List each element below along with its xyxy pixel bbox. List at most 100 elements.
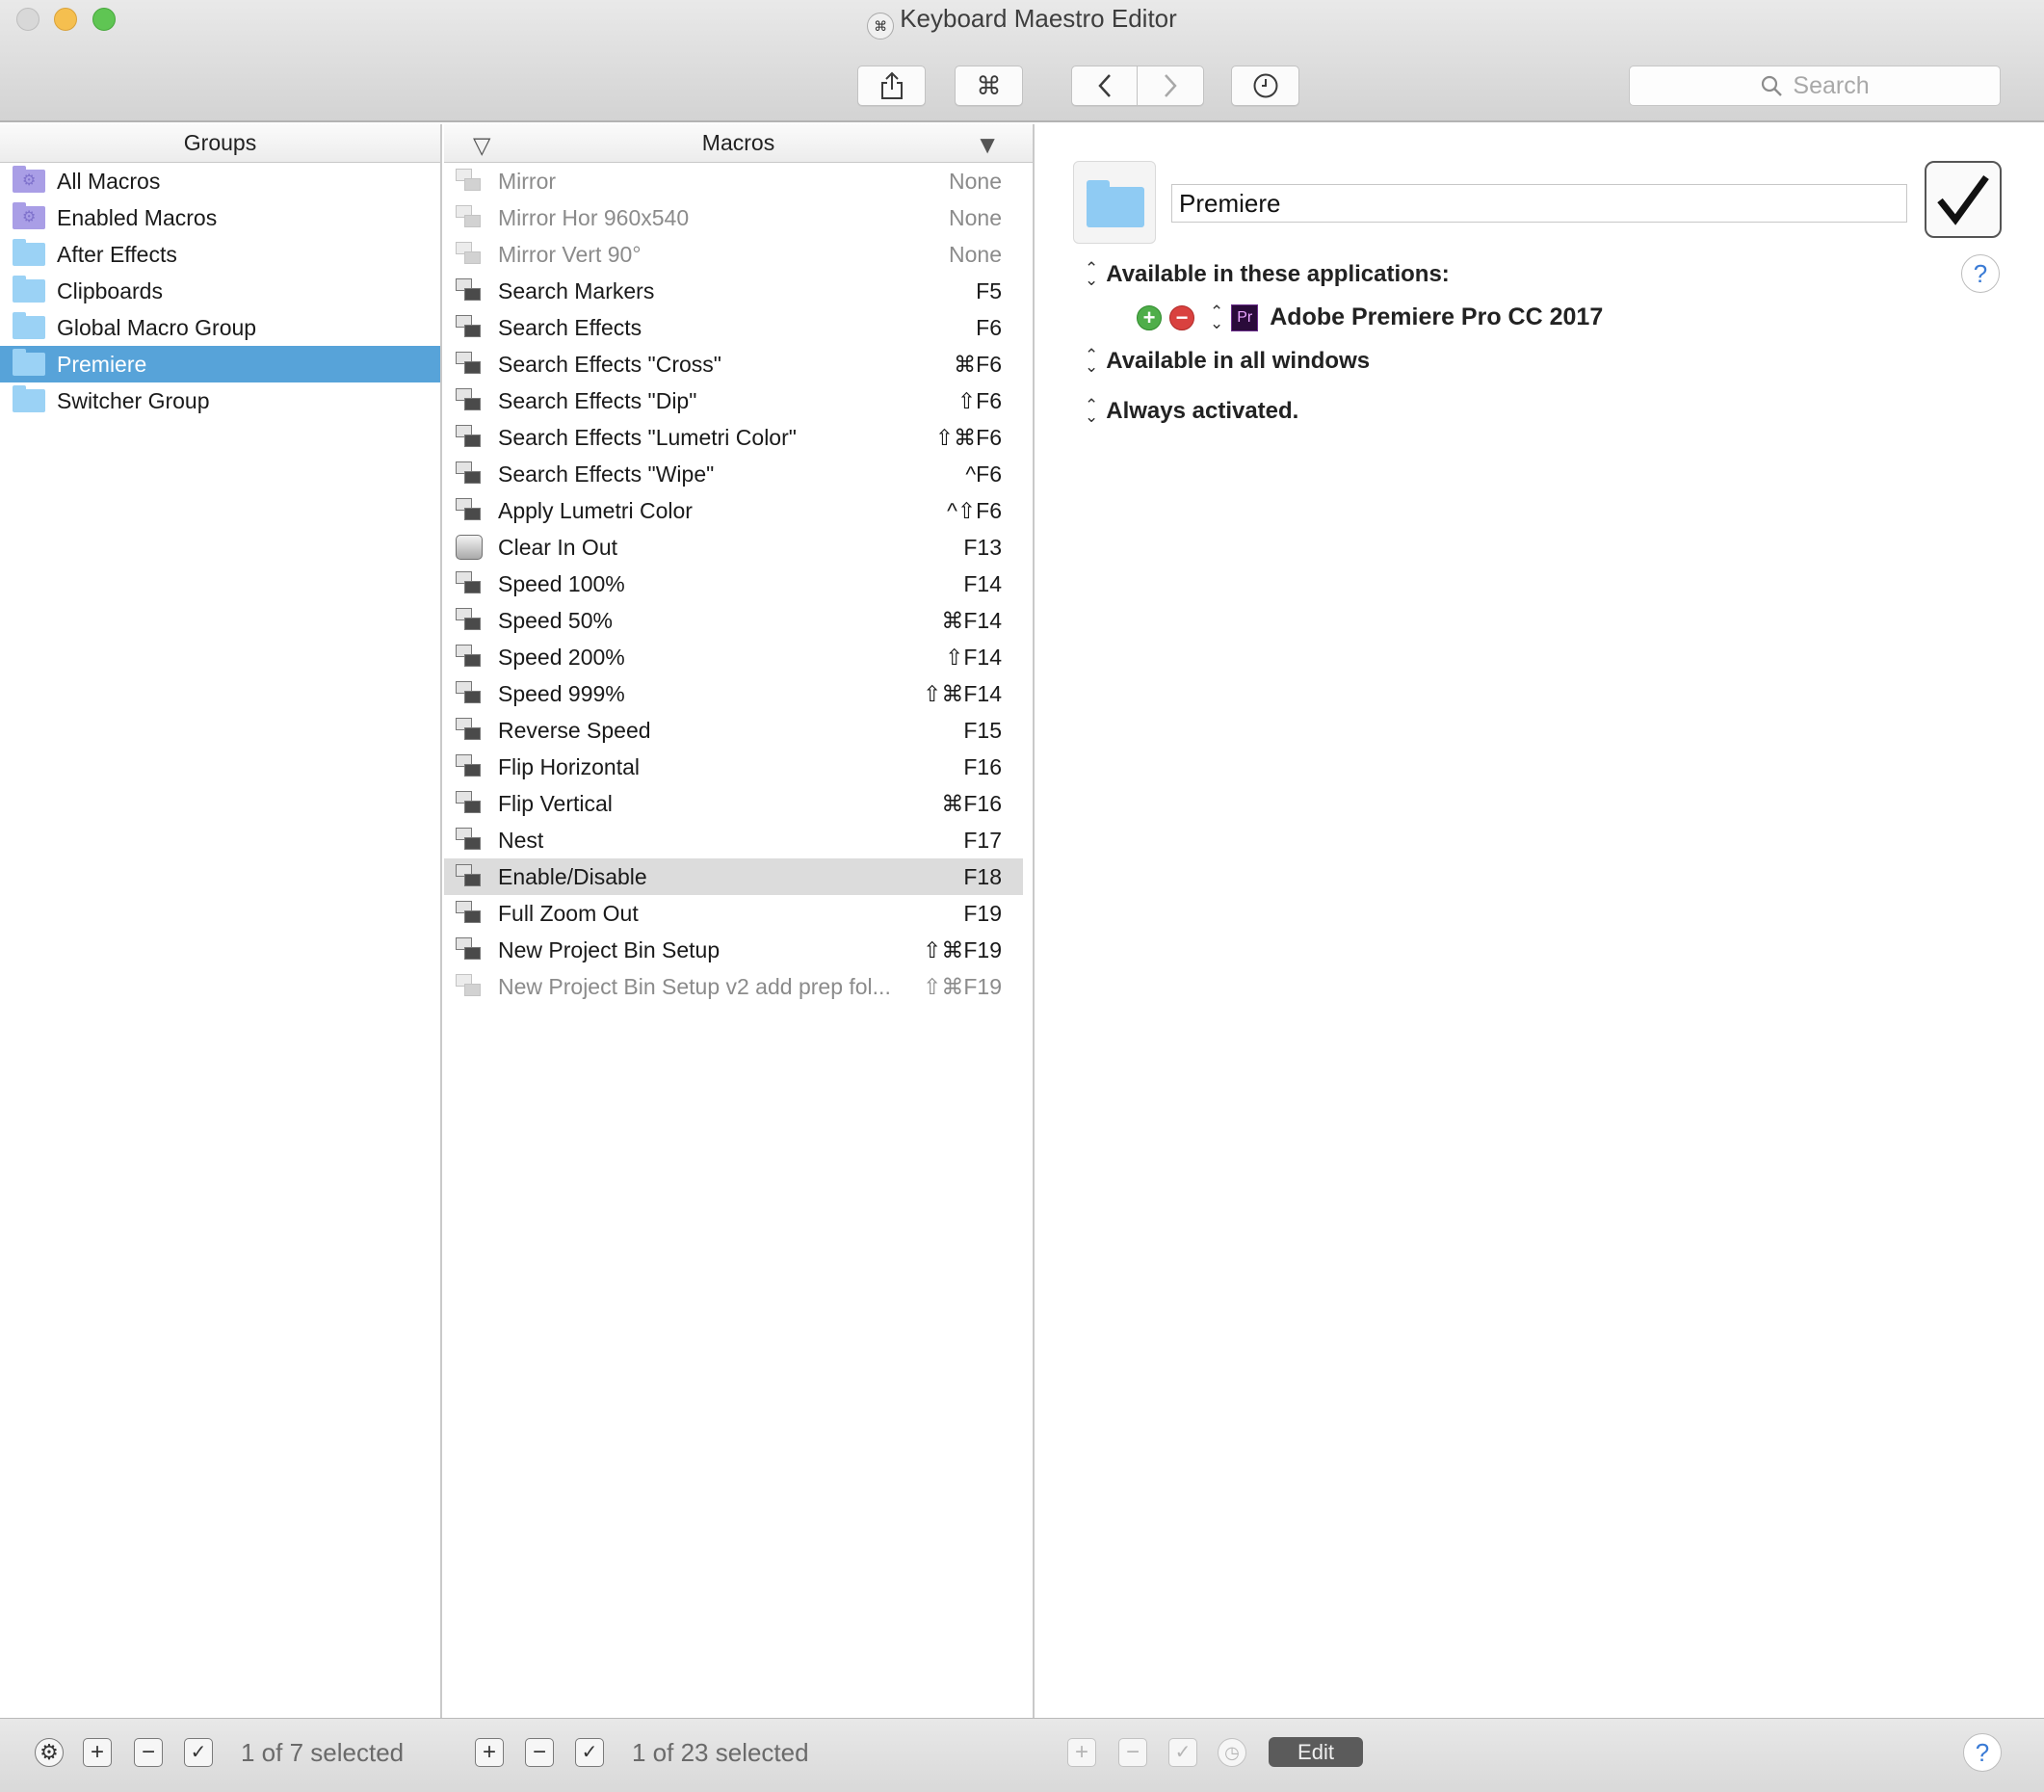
share-button[interactable]	[857, 66, 926, 106]
macro-name: Search Markers	[498, 277, 655, 303]
command-button[interactable]: ⌘	[955, 66, 1023, 106]
macro-hotkey: ⇧F6	[956, 387, 1002, 413]
macro-hotkey: F18	[963, 863, 1002, 889]
group-item-enabled-macros[interactable]: Enabled Macros	[0, 199, 440, 236]
macro-name: Enable/Disable	[498, 863, 647, 889]
group-enabled-checkbox[interactable]	[1925, 161, 2002, 238]
folder-icon	[13, 239, 45, 266]
group-item-global-macro-group[interactable]: Global Macro Group	[0, 309, 440, 346]
macro-hotkey: ⌘F16	[941, 790, 1002, 816]
history-button[interactable]	[1231, 66, 1299, 106]
search-icon	[1762, 75, 1783, 96]
enable-group-button[interactable]: ✓	[184, 1738, 213, 1767]
macro-row[interactable]: Search Effects "Wipe" ^F6	[444, 456, 1023, 492]
group-item-clipboards[interactable]: Clipboards	[0, 273, 440, 309]
macros-column-header[interactable]: ▽ Macros ▼	[444, 124, 1033, 163]
macro-name: Speed 200%	[498, 644, 625, 670]
smart-folder-icon	[13, 166, 45, 193]
macro-row[interactable]: New Project Bin Setup ⇧⌘F19	[444, 932, 1023, 968]
macro-row[interactable]: Enable/Disable F18	[444, 858, 1023, 895]
group-item-label: Global Macro Group	[57, 314, 257, 340]
enable-action-button[interactable]: ✓	[1168, 1738, 1197, 1767]
enable-macro-button[interactable]: ✓	[575, 1738, 604, 1767]
macro-row[interactable]: Mirror Hor 960x540 None	[444, 199, 1023, 236]
groups-selection-status: 1 of 7 selected	[241, 1738, 405, 1767]
group-name-field[interactable]	[1171, 184, 1907, 223]
filter-triangle-icon[interactable]: ▽	[473, 132, 490, 160]
macro-hotkey: None	[949, 241, 1002, 267]
macro-row[interactable]: Full Zoom Out F19	[444, 895, 1023, 932]
add-macro-button[interactable]: +	[475, 1738, 504, 1767]
activation-condition[interactable]: ⌃ ⌄ Always activated.	[1085, 397, 1298, 425]
try-action-button[interactable]: ◷	[1218, 1738, 1246, 1767]
group-settings-button[interactable]: ⚙	[35, 1738, 64, 1767]
macro-hotkey: None	[949, 204, 1002, 230]
up-down-arrows-icon[interactable]: ⌃ ⌄	[1085, 397, 1098, 425]
macro-row[interactable]: Mirror Vert 90° None	[444, 236, 1023, 273]
chevron-right-icon	[1165, 74, 1177, 97]
group-icon-well[interactable]	[1073, 161, 1156, 244]
sort-triangle-icon[interactable]: ▼	[975, 130, 1000, 160]
group-item-premiere[interactable]: Premiere	[0, 346, 440, 382]
remove-action-button[interactable]: −	[1118, 1738, 1147, 1767]
group-item-switcher-group[interactable]: Switcher Group	[0, 382, 440, 419]
group-item-label: After Effects	[57, 241, 177, 267]
title-bar: ⌘ Keyboard Maestro Editor ⌘ Search	[0, 0, 2044, 122]
macro-row[interactable]: Speed 100% F14	[444, 566, 1023, 602]
keyboard-icon	[456, 535, 483, 560]
add-group-button[interactable]: +	[83, 1738, 112, 1767]
remove-application-icon[interactable]: −	[1169, 304, 1194, 330]
remove-group-button[interactable]: −	[134, 1738, 163, 1767]
macro-name: Flip Horizontal	[498, 753, 640, 779]
macro-hotkey: ^F6	[965, 461, 1002, 487]
macro-name: Mirror Vert 90°	[498, 241, 642, 267]
macro-row[interactable]: New Project Bin Setup v2 add prep fol...…	[444, 968, 1023, 1005]
macro-row[interactable]: Search Effects F6	[444, 309, 1023, 346]
help-button[interactable]: ?	[1961, 254, 2000, 293]
available-windows-condition[interactable]: ⌃ ⌄ Available in all windows	[1085, 347, 1370, 375]
macro-row[interactable]: Nest F17	[444, 822, 1023, 858]
group-item-after-effects[interactable]: After Effects	[0, 236, 440, 273]
macro-row[interactable]: Search Effects "Cross" ⌘F6	[444, 346, 1023, 382]
forward-button[interactable]	[1138, 66, 1204, 106]
macro-hotkey: F15	[963, 717, 1002, 743]
macro-row[interactable]: Clear In Out F13	[444, 529, 1023, 566]
macro-hotkey: F5	[976, 277, 1002, 303]
up-down-arrows-icon[interactable]: ⌃ ⌄	[1085, 260, 1098, 288]
macro-hotkey: F14	[963, 570, 1002, 596]
macro-row[interactable]: Flip Horizontal F16	[444, 749, 1023, 785]
group-detail-pane: ? ⌃⌄ Available in these applications: + …	[1036, 124, 2044, 1718]
up-down-arrows-icon[interactable]: ⌃ ⌄	[1085, 347, 1098, 375]
macro-name: Mirror Hor 960x540	[498, 204, 690, 230]
macro-icon	[456, 352, 483, 377]
folder-icon	[1087, 180, 1144, 227]
group-item-all-macros[interactable]: All Macros	[0, 163, 440, 199]
remove-macro-button[interactable]: −	[525, 1738, 554, 1767]
add-application-icon[interactable]: +	[1137, 304, 1162, 330]
groups-column-header[interactable]: Groups	[0, 124, 440, 163]
help-button-bottom[interactable]: ?	[1963, 1733, 2002, 1772]
macro-name: Reverse Speed	[498, 717, 651, 743]
macro-row[interactable]: Speed 50% ⌘F14	[444, 602, 1023, 639]
macro-row[interactable]: Apply Lumetri Color ^⇧F6	[444, 492, 1023, 529]
macro-row[interactable]: Speed 999% ⇧⌘F14	[444, 675, 1023, 712]
macro-row[interactable]: Search Markers F5	[444, 273, 1023, 309]
back-button[interactable]	[1071, 66, 1138, 106]
edit-button[interactable]: Edit	[1269, 1737, 1363, 1767]
macro-icon	[456, 791, 483, 816]
macro-row[interactable]: Search Effects "Dip" ⇧F6	[444, 382, 1023, 419]
up-down-arrows-icon[interactable]: ⌃ ⌄	[1210, 303, 1223, 331]
share-icon	[880, 71, 903, 99]
group-item-label: All Macros	[57, 168, 161, 194]
macro-row[interactable]: Speed 200% ⇧F14	[444, 639, 1023, 675]
add-action-button[interactable]: +	[1067, 1738, 1096, 1767]
available-apps-label: Available in these applications:	[1106, 261, 1450, 287]
macro-row[interactable]: Mirror None	[444, 163, 1023, 199]
macro-row[interactable]: Search Effects "Lumetri Color" ⇧⌘F6	[444, 419, 1023, 456]
macro-hotkey: ^⇧F6	[947, 497, 1002, 523]
macro-hotkey: ⇧F14	[945, 644, 1002, 670]
search-field[interactable]: Search	[1629, 66, 2001, 106]
macro-row[interactable]: Flip Vertical ⌘F16	[444, 785, 1023, 822]
macro-row[interactable]: Reverse Speed F15	[444, 712, 1023, 749]
available-apps-condition[interactable]: ⌃ ⌄ Available in these applications:	[1085, 260, 1450, 288]
